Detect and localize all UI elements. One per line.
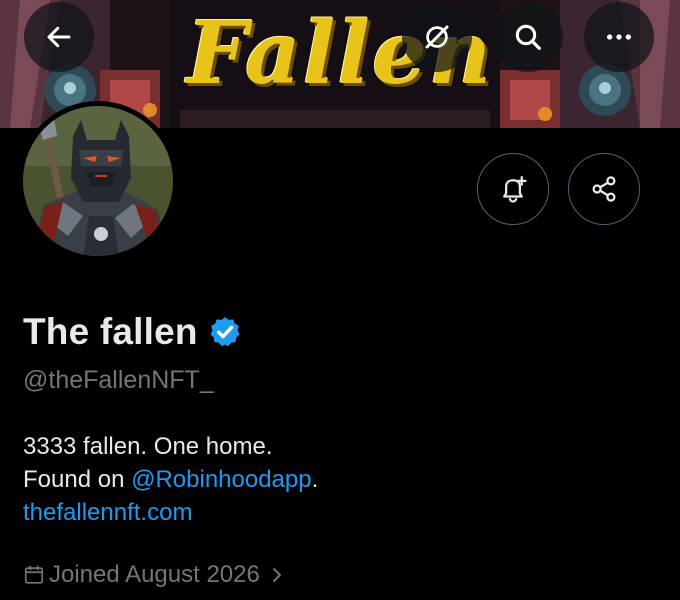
bio-line-2: Found on @Robinhoodapp. (23, 463, 318, 496)
name-row: The fallen (23, 308, 242, 356)
verified-badge-icon[interactable] (208, 315, 242, 349)
grok-slash-circle-icon (425, 25, 449, 49)
website-link[interactable]: thefallennft.com (23, 496, 192, 529)
banner-title: Fallen (186, 3, 494, 104)
share-button[interactable] (568, 153, 640, 225)
bio: 3333 fallen. One home. Found on @Robinho… (23, 430, 318, 496)
handle: @theFallenNFT_ (23, 366, 214, 394)
more-button[interactable] (584, 2, 654, 72)
search-icon (515, 24, 541, 50)
joined-row[interactable]: Joined August 2026 (23, 558, 284, 592)
more-dots-icon (607, 34, 631, 40)
grok-button[interactable] (402, 2, 472, 72)
notify-button[interactable] (477, 153, 549, 225)
avatar[interactable] (18, 101, 178, 261)
profile-page: Fallen The fallen @theFallenNFT_ 3333 fa… (0, 0, 680, 600)
bio-line-1: 3333 fallen. One home. (23, 433, 273, 460)
share-icon (592, 176, 616, 202)
bell-plus-icon (503, 176, 527, 203)
arrow-left-icon (47, 26, 71, 48)
joined-date: Joined August 2026 (49, 561, 260, 588)
bio-line-2-suffix: . (311, 466, 319, 493)
chevron-right-icon (272, 568, 281, 582)
calendar-icon (24, 565, 44, 584)
bio-line-2-prefix: Found on (23, 466, 132, 493)
bio-mention-link[interactable]: @Robinhoodapp (131, 466, 312, 493)
back-button[interactable] (24, 2, 94, 72)
display-name: The fallen (23, 311, 198, 352)
search-button[interactable] (493, 2, 563, 72)
avatar-image (23, 106, 173, 256)
knight-avatar-art (23, 106, 173, 256)
